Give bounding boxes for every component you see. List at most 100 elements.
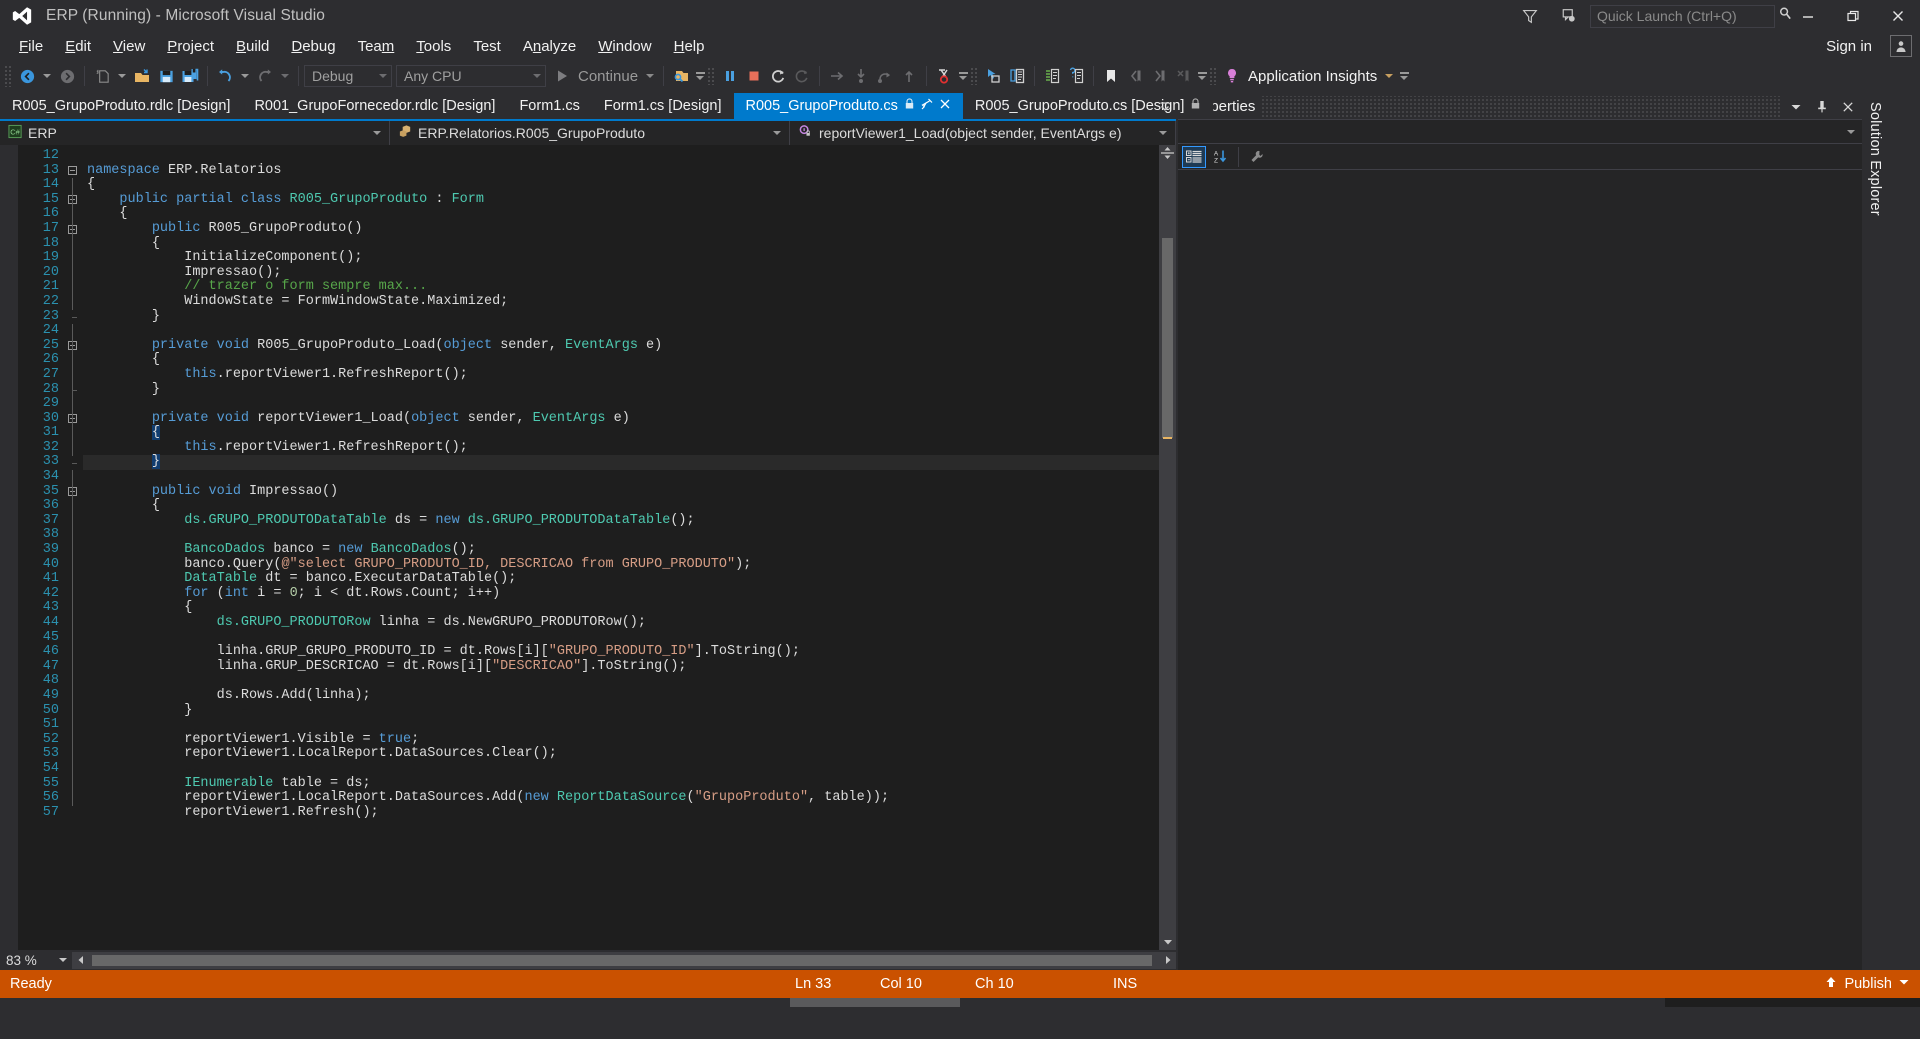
breakpoint-dropdown-icon[interactable] [956, 64, 970, 88]
code-line[interactable]: public partial class R005_GrupoProduto :… [83, 192, 1159, 208]
code-line[interactable] [83, 631, 1159, 646]
code-line[interactable]: // trazer o form sempre max... [83, 280, 1159, 295]
solution-configuration-combo[interactable]: Debug [304, 65, 392, 87]
redo-dropdown-icon[interactable] [281, 74, 289, 78]
code-line[interactable]: private void reportViewer1_Load(object s… [83, 411, 1159, 427]
property-pages-icon[interactable] [1245, 146, 1269, 168]
continue-button[interactable]: Continue [574, 68, 642, 85]
chevron-down-icon[interactable] [59, 958, 67, 962]
toolbar-grip[interactable] [707, 67, 717, 85]
tab-form1-cs-design[interactable]: Form1.cs [Design] [591, 93, 734, 119]
categorized-view-icon[interactable] [1182, 145, 1206, 168]
scroll-left-arrow[interactable] [72, 952, 89, 969]
code-line[interactable]: reportViewer1.Visible = true; [83, 732, 1159, 748]
outlining-margin[interactable] [65, 145, 83, 950]
outlining-collapse-icon[interactable] [68, 166, 77, 176]
quick-launch-input[interactable] [1597, 8, 1778, 24]
code-line[interactable]: reportViewer1.LocalReport.DataSources.Ad… [83, 790, 1159, 806]
chevron-down-icon[interactable] [373, 130, 381, 135]
attach-dropdown-icon[interactable] [693, 64, 707, 88]
chevron-down-icon[interactable] [533, 74, 541, 78]
close-tab-icon[interactable] [939, 98, 951, 114]
code-line[interactable]: ds.GRUPO_PRODUTORow linha = ds.NewGRUPO_… [83, 615, 1159, 631]
menu-item-team[interactable]: Team [347, 35, 406, 58]
menu-item-test[interactable]: Test [462, 35, 512, 58]
continue-play-icon[interactable] [550, 64, 574, 88]
menu-item-file[interactable]: FFileile [8, 35, 54, 58]
code-line[interactable]: WindowState = FormWindowState.Maximized; [83, 294, 1159, 310]
code-line[interactable]: { [83, 353, 1159, 368]
code-line[interactable] [83, 528, 1159, 543]
publish-button[interactable]: Publish [1844, 976, 1892, 992]
clear-bookmarks-icon[interactable] [1171, 64, 1195, 88]
funnel-icon[interactable] [1510, 0, 1550, 32]
code-line[interactable]: private void R005_GrupoProduto_Load(obje… [83, 338, 1159, 354]
navigate-back-icon[interactable] [15, 64, 39, 88]
menu-item-analyze[interactable]: Analyze [512, 35, 587, 58]
code-line[interactable] [83, 149, 1159, 164]
code-line[interactable] [83, 324, 1159, 339]
code-line[interactable] [83, 397, 1159, 412]
navbar-type-combo[interactable]: ERP.Relatorios.R005_GrupoProduto [390, 120, 790, 145]
code-text-area[interactable]: namespace ERP.Relatorios{ public partial… [83, 145, 1159, 950]
horizontal-scrollbar-thumb[interactable] [92, 954, 1152, 966]
code-line[interactable]: DataTable dt = banco.ExecutarDataTable()… [83, 571, 1159, 587]
menu-item-view[interactable]: View [102, 35, 156, 58]
chevron-down-icon[interactable] [773, 130, 781, 135]
vertical-scrollbar-thumb[interactable] [1162, 238, 1173, 438]
open-file-icon[interactable] [130, 64, 154, 88]
properties-object-combo[interactable] [1178, 120, 1862, 144]
bottom-scroll-thumb[interactable] [790, 998, 960, 1007]
bookmark-icon[interactable] [1099, 64, 1123, 88]
chevron-down-icon[interactable] [1159, 130, 1167, 135]
menu-item-project[interactable]: Project [156, 35, 225, 58]
navbar-project-combo[interactable]: C# ERP [0, 120, 390, 145]
show-next-statement-icon[interactable] [825, 64, 849, 88]
close-icon[interactable] [1838, 96, 1858, 118]
chevron-down-icon[interactable] [1847, 129, 1855, 134]
indicator-margin[interactable] [0, 145, 18, 950]
scroll-right-arrow[interactable] [1159, 952, 1176, 969]
tab-overflow-icon[interactable] [1154, 92, 1176, 119]
publish-arrow-icon[interactable] [1824, 975, 1838, 993]
code-line[interactable] [83, 470, 1159, 485]
code-line[interactable]: ds.Rows.Add(linha); [83, 688, 1159, 704]
comment-selection-icon[interactable] [1040, 64, 1064, 88]
horizontal-scrollbar[interactable] [72, 951, 1176, 969]
menu-item-tools[interactable]: Tools [405, 35, 462, 58]
new-item-dropdown-icon[interactable] [118, 74, 126, 78]
code-line[interactable]: this.reportViewer1.RefreshReport(); [83, 440, 1159, 456]
code-line[interactable]: IEnumerable table = ds; [83, 776, 1159, 792]
code-line[interactable]: } [83, 309, 1159, 325]
user-avatar-icon[interactable] [1890, 35, 1912, 57]
code-line[interactable]: linha.GRUP_GRUPO_PRODUTO_ID = dt.Rows[i]… [83, 644, 1159, 660]
tab-form1-cs[interactable]: Form1.cs [507, 93, 592, 119]
code-line[interactable] [83, 762, 1159, 777]
menu-item-window[interactable]: Window [587, 35, 662, 58]
close-button[interactable] [1875, 0, 1920, 32]
undo-dropdown-icon[interactable] [241, 74, 249, 78]
pin-icon[interactable] [1812, 96, 1832, 118]
code-line[interactable]: Impressao(); [83, 265, 1159, 281]
continue-dropdown-icon[interactable] [646, 74, 655, 78]
quick-launch-box[interactable] [1590, 4, 1791, 28]
navigate-back-dropdown-icon[interactable] [43, 74, 51, 78]
code-line[interactable]: InitializeComponent(); [83, 250, 1159, 266]
save-all-icon[interactable] [178, 64, 202, 88]
zoom-level-combo[interactable]: 83 % [0, 950, 72, 970]
code-line[interactable]: for (int i = 0; i < dt.Rows.Count; i++) [83, 586, 1159, 602]
restart-icon[interactable] [766, 64, 790, 88]
toolbar-grip[interactable] [4, 65, 13, 87]
solution-explorer-tab[interactable]: Solution Explorer [1862, 92, 1888, 970]
application-insights-button[interactable]: Application Insights [1244, 68, 1381, 85]
chevron-down-icon[interactable] [379, 74, 387, 78]
properties-grid[interactable] [1178, 170, 1862, 970]
previous-bookmark-icon[interactable] [1123, 64, 1147, 88]
navigate-forward-icon[interactable] [55, 64, 79, 88]
uncomment-selection-icon[interactable] [1064, 64, 1088, 88]
alphabetical-sort-icon[interactable]: A Z [1208, 146, 1232, 168]
step-over-icon[interactable] [873, 64, 897, 88]
undo-icon[interactable] [213, 64, 237, 88]
step-into-icon[interactable] [849, 64, 873, 88]
code-line[interactable]: { [83, 425, 1159, 441]
